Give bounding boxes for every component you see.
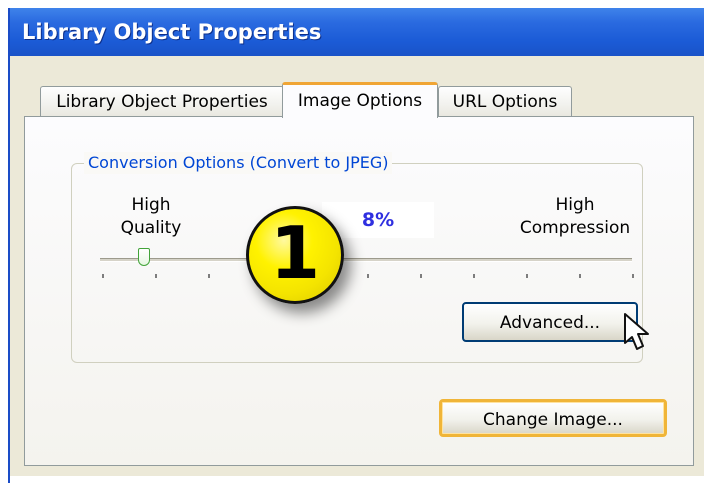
slider-tick xyxy=(579,274,581,278)
slider-tick xyxy=(632,274,634,278)
window-bottom-edge xyxy=(10,476,704,483)
tab-url-options-label: URL Options xyxy=(452,92,558,112)
step-number-badge: 1 xyxy=(246,206,344,304)
window-title-bar[interactable]: Library Object Properties xyxy=(10,8,704,56)
high-quality-label-text: High Quality xyxy=(120,195,182,238)
slider-tick xyxy=(526,274,528,278)
tab-library-object-properties[interactable]: Library Object Properties xyxy=(40,86,284,116)
slider-tick xyxy=(155,274,157,278)
slider-tick xyxy=(367,274,369,278)
tab-url-options[interactable]: URL Options xyxy=(438,86,572,116)
slider-tick xyxy=(473,274,475,278)
compression-slider-track[interactable] xyxy=(100,258,632,262)
conversion-options-legend: Conversion Options (Convert to JPEG) xyxy=(84,152,393,174)
high-compression-label-text: High Compression xyxy=(519,195,631,238)
slider-tick xyxy=(208,274,210,278)
library-object-properties-window: Library Object Properties Library Object… xyxy=(8,8,704,483)
slider-tick xyxy=(420,274,422,278)
high-compression-label: High Compression xyxy=(510,194,640,240)
conversion-options-groupbox: Conversion Options (Convert to JPEG) Hig… xyxy=(71,152,643,363)
slider-tick xyxy=(102,274,104,278)
tab-image-options-label: Image Options xyxy=(297,91,423,111)
image-options-panel: Conversion Options (Convert to JPEG) Hig… xyxy=(24,116,694,466)
window-title: Library Object Properties xyxy=(22,20,322,44)
mouse-pointer-icon xyxy=(624,313,649,350)
tab-library-object-properties-label: Library Object Properties xyxy=(56,92,268,112)
high-quality-label: High Quality xyxy=(106,194,196,240)
compression-slider-thumb[interactable] xyxy=(138,248,151,266)
advanced-button[interactable]: Advanced... xyxy=(462,302,638,342)
tab-image-options[interactable]: Image Options xyxy=(282,82,438,118)
change-image-button[interactable]: Change Image... xyxy=(439,399,667,437)
